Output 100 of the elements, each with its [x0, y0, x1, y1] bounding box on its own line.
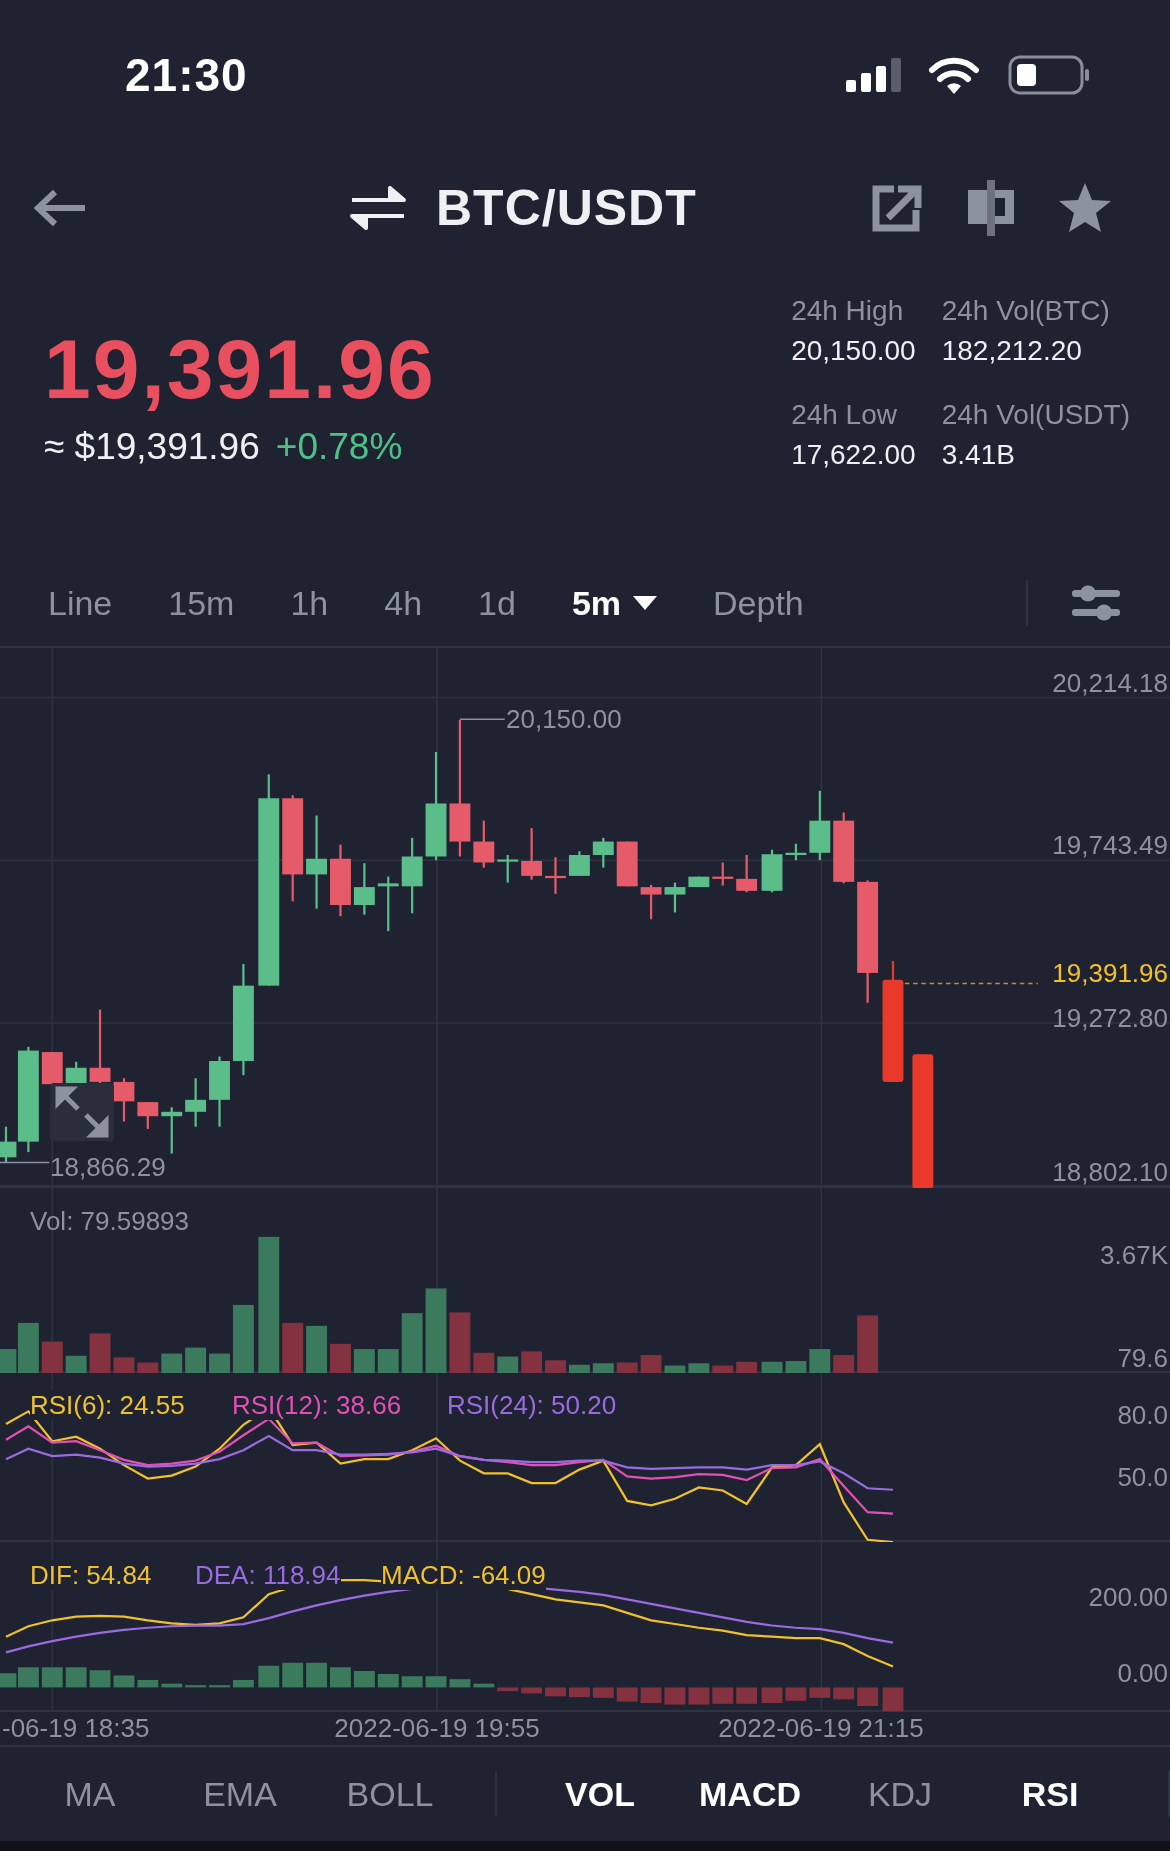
fiat-price: ≈ $19,391.96	[44, 425, 260, 469]
candle	[712, 862, 734, 886]
rsi-axis-label: 80.0	[1117, 1400, 1168, 1430]
histogram-bar	[664, 1687, 686, 1705]
histogram-bar	[616, 1687, 638, 1702]
macd-legend: DIF: 54.84	[30, 1560, 152, 1590]
candle	[592, 837, 614, 868]
expand-icon[interactable]	[50, 1083, 114, 1141]
rsi-legend: RSI(6): 24.55	[30, 1390, 185, 1420]
candle	[137, 1102, 159, 1129]
back-arrow-icon[interactable]	[33, 187, 87, 228]
interval-tab[interactable]: 1h	[290, 583, 329, 623]
indicator-tab[interactable]: RSI	[975, 1774, 1125, 1814]
interval-tab[interactable]: 4h	[384, 583, 423, 623]
stat-label: 24h High	[791, 294, 905, 328]
high-price-label: 20,150.00	[506, 704, 622, 734]
swap-arrows-icon[interactable]	[350, 185, 406, 230]
indicator-tab[interactable]: MA	[15, 1774, 165, 1814]
candle	[736, 855, 758, 893]
last-price: 19,391.96	[44, 321, 437, 417]
histogram-bar	[425, 1676, 447, 1688]
candle	[65, 1061, 87, 1085]
histogram-bar	[761, 1687, 783, 1704]
candle	[616, 841, 638, 887]
candle	[833, 812, 855, 884]
histogram-bar	[41, 1667, 63, 1688]
stat-value: 17,622.00	[791, 438, 916, 472]
volume-bar	[712, 1365, 734, 1373]
time-axis-label: 2022-06-19 19:55	[334, 1713, 540, 1743]
candle	[545, 857, 566, 894]
volume-bar	[401, 1313, 423, 1373]
indicator-tab[interactable]: KDJ	[825, 1774, 975, 1814]
volume-bar	[568, 1364, 590, 1373]
histogram-bar	[809, 1687, 831, 1698]
volume-bar	[306, 1325, 328, 1373]
stat-label: 24h Vol(BTC)	[941, 294, 1111, 328]
candle	[688, 876, 710, 888]
histogram-bar	[833, 1687, 855, 1700]
volume-bar	[161, 1353, 183, 1373]
volume-bar	[353, 1349, 375, 1373]
macd-axis-label: 200.00	[1088, 1582, 1168, 1612]
interval-tab[interactable]: 1d	[478, 583, 516, 623]
volume-bar	[113, 1357, 135, 1373]
macd-legend: MACD: -64.09	[381, 1560, 546, 1590]
stat-value: 182,212.20	[941, 334, 1083, 368]
pair-title[interactable]: BTC/USDT	[436, 178, 697, 237]
candle	[664, 882, 686, 913]
volume-bar	[616, 1362, 638, 1373]
interval-tab[interactable]: Line	[48, 583, 113, 623]
volume-bar	[785, 1361, 807, 1373]
interval-tab[interactable]: 5m	[571, 583, 658, 623]
volume-bar	[185, 1347, 207, 1373]
volume-bar	[592, 1363, 614, 1373]
indicator-tab[interactable]: BOLL	[315, 1774, 465, 1814]
histogram-bar	[688, 1687, 710, 1705]
interval-tab[interactable]: Depth	[713, 583, 804, 623]
volume-bar	[833, 1355, 855, 1373]
indicator-tab[interactable]: MACD	[675, 1774, 825, 1814]
indicator-tab[interactable]: VOL	[525, 1774, 675, 1814]
histogram-bar	[857, 1687, 879, 1707]
interval-tab[interactable]: 15m	[168, 583, 235, 623]
price-axis-label: 18,802.10	[1052, 1157, 1168, 1187]
candle	[640, 884, 662, 920]
volume-bar	[761, 1361, 783, 1373]
volume-bar	[65, 1355, 87, 1373]
share-icon[interactable]	[872, 183, 922, 232]
histogram-bar	[401, 1676, 423, 1688]
volume-bar	[736, 1361, 758, 1373]
histogram-bar	[568, 1687, 590, 1698]
histogram-bar	[592, 1687, 614, 1698]
volume-bar	[664, 1365, 686, 1373]
volume-bar	[809, 1349, 831, 1373]
histogram-bar	[137, 1679, 159, 1688]
candle	[41, 1052, 63, 1085]
indicator-tab[interactable]: EMA	[165, 1774, 315, 1814]
histogram-bar	[306, 1662, 328, 1688]
candle-icon[interactable]	[966, 179, 1016, 236]
price-change: +0.78%	[275, 425, 403, 469]
time-axis-label: -06-19 18:35	[2, 1713, 150, 1743]
histogram-bar	[785, 1687, 807, 1701]
volume-bar	[41, 1341, 63, 1373]
histogram-bar	[882, 1687, 904, 1712]
candle	[473, 820, 495, 868]
volume-bar	[232, 1304, 254, 1373]
histogram-bar	[330, 1667, 351, 1688]
histogram-bar	[497, 1687, 519, 1692]
battery-icon	[1008, 55, 1090, 95]
volume-bar	[282, 1322, 304, 1373]
histogram-bar	[640, 1687, 662, 1704]
signal-icon	[846, 58, 902, 92]
volume-bar	[137, 1362, 159, 1373]
candle	[761, 849, 783, 893]
macd-axis-label: 0.00	[1117, 1658, 1168, 1688]
histogram-bar	[545, 1687, 566, 1697]
candle	[161, 1107, 183, 1154]
leader-line	[459, 718, 506, 720]
star-icon[interactable]	[1058, 181, 1112, 234]
histogram-bar	[449, 1679, 471, 1688]
price-axis-label: 19,743.49	[1052, 830, 1168, 860]
volume-bar	[377, 1349, 399, 1373]
